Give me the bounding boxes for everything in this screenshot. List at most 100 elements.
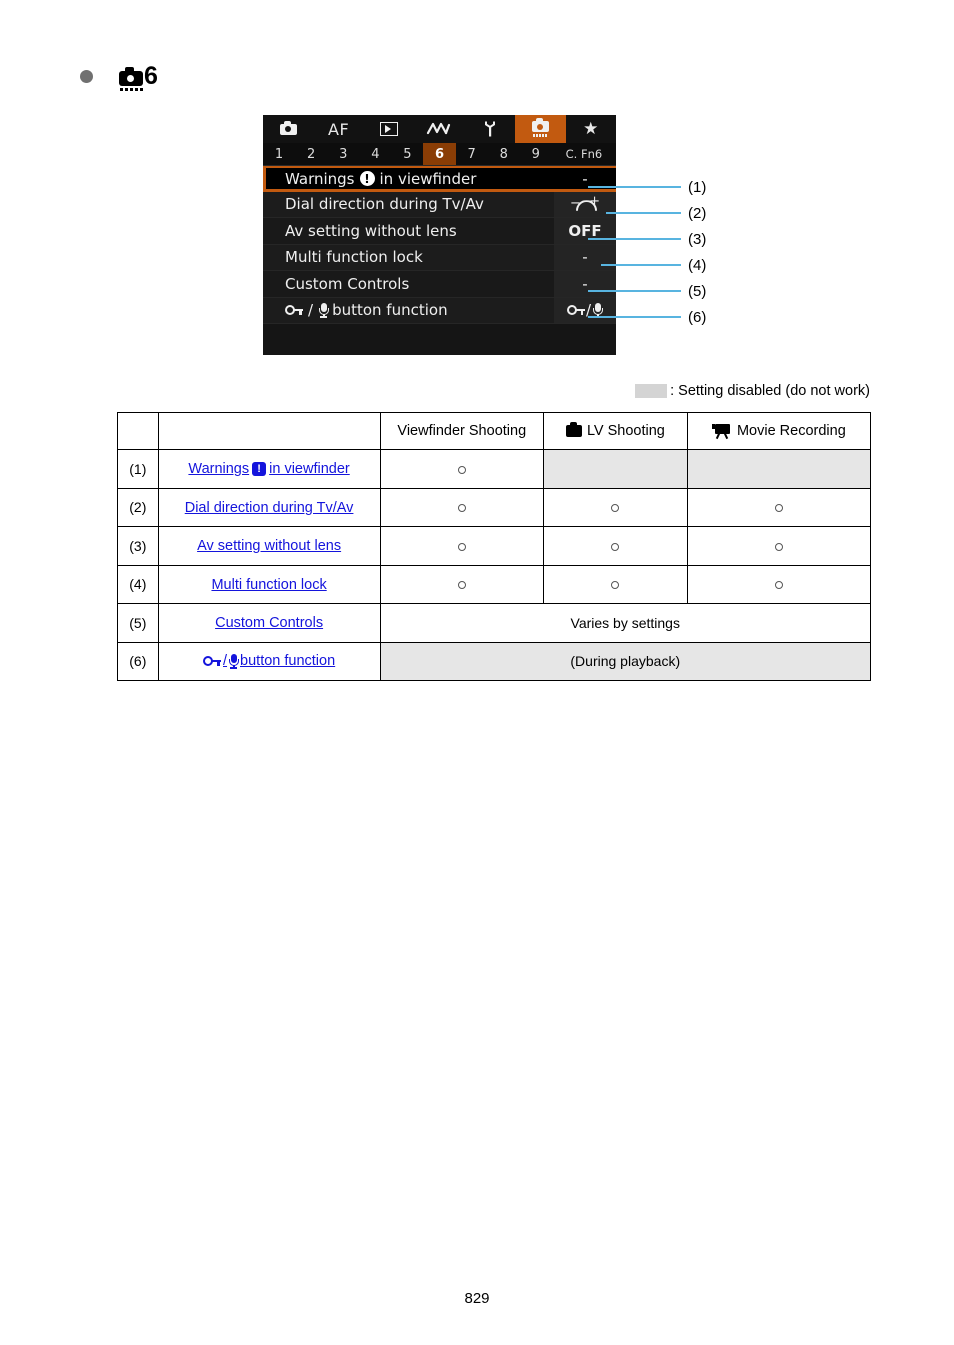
microphone-icon: [228, 653, 239, 669]
camera-icon: [565, 422, 582, 437]
link-text-prefix: Warnings: [188, 461, 250, 478]
header-movie-recording-label: Movie Recording: [736, 423, 846, 439]
callout-leader-line: [588, 290, 681, 292]
callout-leader-line: [588, 186, 681, 188]
legend: : Setting disabled (do not work): [635, 383, 870, 399]
callout-leader-line: [606, 212, 681, 214]
table-row: (5) Custom Controls Varies by settings: [117, 603, 872, 643]
table-row: (3) Av setting without lens: [117, 526, 872, 566]
menu-tab-bar: AF ★: [263, 115, 616, 143]
row-number: (1): [117, 449, 159, 489]
menu-page-bar: 1 2 3 4 5 6 7 8 9 C. Fn6: [263, 143, 616, 166]
menu-page-6[interactable]: 6: [423, 143, 456, 165]
table-row: (1) Warnings ! in viewfinder: [117, 449, 872, 489]
menu-page-cfn6[interactable]: C. Fn6: [552, 143, 616, 165]
callout-5: (5): [588, 282, 707, 300]
link-av-setting-without-lens[interactable]: Av setting without lens: [197, 538, 341, 554]
menu-item-av-setting-without-lens[interactable]: Av setting without lens OFF: [263, 218, 616, 245]
menu-item-label-suffix: in viewfinder: [379, 169, 477, 188]
cell-movie-disabled: [686, 449, 872, 489]
row-name-cell: Av setting without lens: [157, 526, 381, 566]
link-custom-controls[interactable]: Custom Controls: [215, 615, 323, 631]
menu-item-list: Warnings ! in viewfinder - Dial directio…: [263, 166, 616, 355]
header-blank-num: [117, 412, 159, 450]
menu-item-label: Multi function lock: [285, 248, 423, 267]
menu-tab-playback[interactable]: [364, 115, 414, 143]
link-key-mic-button-function[interactable]: / button function: [203, 653, 335, 669]
callout-leader-line: [601, 264, 681, 266]
row-name-cell: Custom Controls: [157, 603, 381, 643]
menu-item-label: Warnings ! in viewfinder: [266, 168, 554, 190]
menu-tab-af[interactable]: AF: [313, 115, 363, 143]
header-lv-shooting-label: LV Shooting: [586, 423, 665, 439]
link-warnings-in-viewfinder[interactable]: Warnings ! in viewfinder: [188, 461, 349, 477]
row-name-cell: Multi function lock: [157, 564, 381, 604]
key-icon: [203, 656, 221, 667]
cell-viewfinder: [379, 449, 545, 489]
bullet-dot-icon: [80, 70, 93, 83]
menu-item-label-prefix: Warnings: [285, 169, 355, 188]
callout-2: (2): [606, 205, 706, 222]
menu-item-label: Av setting without lens: [285, 221, 457, 240]
microphone-icon: [318, 302, 329, 318]
header-blank-name: [157, 412, 381, 450]
menu-page-4[interactable]: 4: [359, 143, 391, 165]
menu-tab-network[interactable]: [414, 115, 464, 143]
page-number: 829: [464, 1290, 490, 1307]
callout-label: (4): [688, 256, 707, 274]
legend-text: : Setting disabled (do not work): [670, 383, 870, 399]
menu-page-5[interactable]: 5: [391, 143, 423, 165]
cell-span-varies-by-settings: Varies by settings: [379, 603, 872, 643]
link-text-suffix: in viewfinder: [269, 461, 350, 478]
row-number: (2): [117, 487, 159, 527]
menu-item-dial-direction[interactable]: Dial direction during Tv/Av − +: [263, 191, 616, 218]
menu-page-2[interactable]: 2: [295, 143, 327, 165]
menu-item-custom-controls[interactable]: Custom Controls -: [263, 271, 616, 298]
cell-lv-disabled: [543, 449, 688, 489]
menu-page-8[interactable]: 8: [488, 143, 520, 165]
menu-item-key-mic-button-function[interactable]: / button function /: [263, 297, 616, 324]
heading-number: 6: [144, 62, 158, 90]
table-row: (2) Dial direction during Tv/Av: [117, 487, 872, 527]
warning-exclamation-icon: !: [252, 462, 267, 477]
cell-viewfinder: [379, 526, 545, 566]
menu-page-9[interactable]: 9: [520, 143, 552, 165]
cell-movie: [686, 487, 872, 527]
available-circle-icon: [457, 542, 466, 551]
menu-item-label: Dial direction during Tv/Av: [285, 195, 484, 214]
available-circle-icon: [611, 504, 620, 513]
key-icon: [566, 305, 585, 316]
available-circle-icon: [774, 542, 783, 551]
available-circle-icon: [774, 581, 783, 590]
heading-cfn-glyph: 6: [119, 62, 158, 91]
star-icon: ★: [583, 118, 599, 139]
menu-tab-my-menu[interactable]: ★: [566, 115, 616, 143]
menu-page-1[interactable]: 1: [263, 143, 295, 165]
callout-label: (3): [688, 230, 707, 248]
table-row: (6) / button function (During playback): [117, 641, 872, 681]
menu-page-3[interactable]: 3: [327, 143, 359, 165]
menu-page-7[interactable]: 7: [456, 143, 488, 165]
menu-item-multi-function-lock[interactable]: Multi function lock -: [263, 244, 616, 271]
menu-item-label: / button function: [263, 301, 554, 319]
movie-camera-icon: [711, 424, 732, 440]
callout-leader-line: [588, 316, 681, 318]
callout-label: (5): [688, 282, 707, 300]
available-circle-icon: [457, 465, 466, 474]
menu-item-warnings-in-viewfinder[interactable]: Warnings ! in viewfinder -: [263, 166, 616, 192]
row-number: (3): [117, 526, 159, 566]
wireless-icon: [427, 122, 451, 135]
available-circle-icon: [611, 542, 620, 551]
menu-tab-custom-functions[interactable]: [515, 115, 566, 143]
cell-viewfinder: [379, 487, 545, 527]
header-movie-recording: Movie Recording: [686, 412, 872, 450]
menu-tab-shooting[interactable]: [263, 115, 313, 143]
link-dial-direction-during-tv-av[interactable]: Dial direction during Tv/Av: [185, 500, 354, 516]
custom-functions-camera-icon: [119, 67, 143, 91]
menu-tab-setup[interactable]: [465, 115, 515, 143]
link-multi-function-lock[interactable]: Multi function lock: [211, 577, 326, 593]
callout-3: (3): [588, 230, 707, 248]
callout-6: (6): [588, 309, 706, 326]
callout-4: (4): [601, 256, 707, 274]
row-number: (5): [117, 603, 159, 643]
